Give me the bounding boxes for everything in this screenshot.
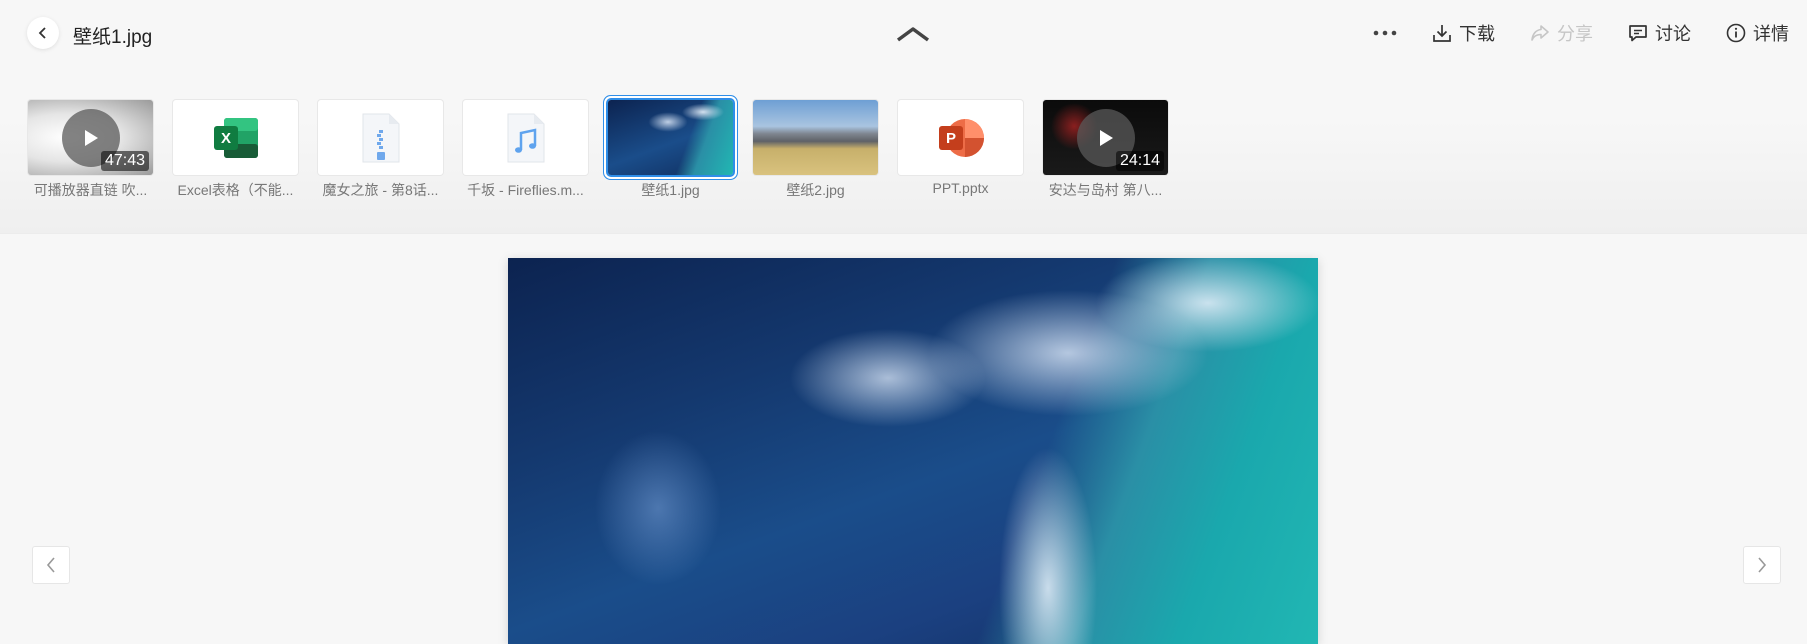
download-label: 下载 bbox=[1459, 24, 1495, 44]
chevron-left-icon bbox=[38, 27, 46, 39]
discuss-label: 讨论 bbox=[1655, 24, 1691, 44]
collapse-strip-button[interactable] bbox=[893, 22, 933, 46]
thumbnail-label: 千坂 - Fireflies.m... bbox=[467, 182, 584, 198]
svg-text:P: P bbox=[945, 130, 955, 147]
download-button[interactable]: 下载 bbox=[1431, 20, 1495, 46]
thumbnail-item[interactable]: 壁纸1.jpg bbox=[608, 100, 733, 200]
thumbnail-item[interactable]: 魔女之旅 - 第8话... bbox=[318, 100, 443, 200]
share-button[interactable]: 分享 bbox=[1529, 20, 1593, 46]
share-label: 分享 bbox=[1557, 24, 1593, 44]
download-icon bbox=[1433, 25, 1451, 42]
powerpoint-icon: P bbox=[938, 118, 984, 157]
thumbnail-item[interactable]: P PPT.pptx bbox=[898, 100, 1023, 200]
thumbnail-image-selected[interactable] bbox=[608, 100, 733, 175]
chevron-left-icon bbox=[46, 557, 55, 573]
thumbnail-label: 安达与岛村 第八... bbox=[1048, 182, 1163, 198]
discuss-button[interactable]: 讨论 bbox=[1627, 20, 1691, 46]
thumbnail-label: 魔女之旅 - 第8话... bbox=[322, 182, 439, 198]
more-button[interactable] bbox=[1373, 30, 1397, 36]
previous-file-button[interactable] bbox=[32, 546, 70, 584]
thumbnail-item[interactable]: X Excel表格（不能... bbox=[173, 100, 298, 200]
thumbnail-excel[interactable]: X bbox=[173, 100, 298, 175]
more-icon bbox=[1373, 30, 1397, 36]
thumbnail-item[interactable]: 千坂 - Fireflies.m... bbox=[463, 100, 588, 200]
image-preview[interactable] bbox=[508, 258, 1318, 644]
thumbnail-audio[interactable] bbox=[463, 100, 588, 175]
thumbnail-video-2[interactable]: 24:14 bbox=[1043, 100, 1168, 175]
details-button[interactable]: 详情 bbox=[1725, 20, 1789, 46]
next-file-button[interactable] bbox=[1743, 546, 1781, 584]
thumbnail-video-1[interactable]: 47:43 bbox=[28, 100, 153, 175]
excel-icon: X bbox=[213, 117, 258, 158]
chevron-right-icon bbox=[1758, 557, 1767, 573]
thumbnail-label: 壁纸2.jpg bbox=[786, 182, 845, 198]
top-toolbar-area: 壁纸1.jpg 下载 分享 讨论 详情 47:43 可播放器直链 吹... X … bbox=[0, 0, 1807, 234]
details-label: 详情 bbox=[1753, 24, 1789, 44]
zip-file-icon bbox=[362, 113, 399, 162]
thumbnail-label: 可播放器直链 吹... bbox=[33, 182, 148, 198]
thumbnail-label: Excel表格（不能... bbox=[177, 182, 294, 198]
video-duration: 47:43 bbox=[100, 151, 149, 171]
thumbnail-ppt[interactable]: P bbox=[898, 100, 1023, 175]
comment-icon bbox=[1629, 25, 1647, 42]
back-button[interactable] bbox=[27, 17, 59, 49]
video-duration: 24:14 bbox=[1115, 151, 1164, 171]
thumbnail-item[interactable]: 47:43 可播放器直链 吹... bbox=[28, 100, 153, 200]
thumbnail-item[interactable]: 壁纸2.jpg bbox=[753, 100, 878, 200]
thumbnail-label: 壁纸1.jpg bbox=[641, 182, 700, 198]
thumbnail-strip: 47:43 可播放器直链 吹... X Excel表格（不能... 魔女之旅 -… bbox=[28, 100, 1188, 200]
svg-text:X: X bbox=[220, 130, 230, 147]
thumbnail-label: PPT.pptx bbox=[932, 180, 989, 196]
file-title: 壁纸1.jpg bbox=[73, 27, 153, 48]
action-bar: 下载 分享 讨论 详情 bbox=[1373, 18, 1789, 48]
info-icon bbox=[1726, 23, 1746, 43]
music-file-icon bbox=[507, 113, 544, 162]
thumbnail-image[interactable] bbox=[753, 100, 878, 175]
thumbnail-item[interactable]: 24:14 安达与岛村 第八... bbox=[1043, 100, 1168, 200]
thumbnail-archive[interactable] bbox=[318, 100, 443, 175]
share-icon bbox=[1531, 25, 1549, 41]
chevron-up-icon bbox=[896, 27, 930, 42]
